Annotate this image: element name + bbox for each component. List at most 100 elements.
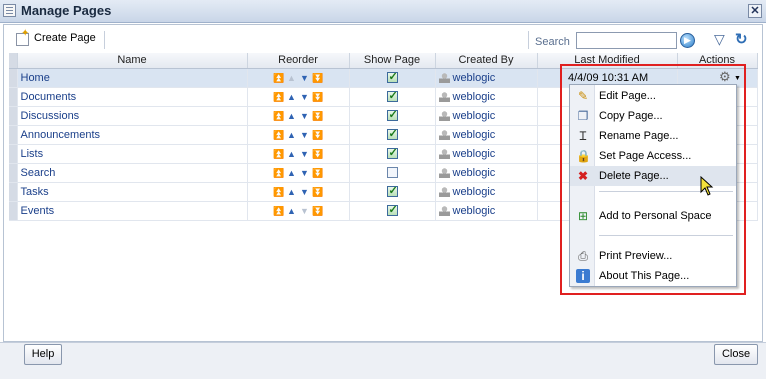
move-down-icon[interactable]: ▼ bbox=[299, 111, 310, 121]
move-up-icon[interactable]: ▲ bbox=[286, 111, 297, 121]
move-top-icon[interactable]: ⏫ bbox=[273, 168, 284, 178]
show-page-checkbox[interactable] bbox=[386, 184, 398, 198]
search-label: Search bbox=[535, 36, 570, 48]
menu-item-print-preview[interactable]: ⎙ Print Preview... bbox=[570, 246, 736, 266]
search-input[interactable] bbox=[576, 32, 677, 49]
reorder-controls: ⏫ ▲ ▼ ⏬ bbox=[247, 201, 350, 221]
dialog-titlebar: Manage Pages ✕ bbox=[0, 0, 766, 23]
created-by-link[interactable]: weblogic bbox=[453, 148, 496, 160]
column-header[interactable]: Created By bbox=[435, 53, 538, 69]
show-page-cell bbox=[349, 106, 436, 126]
created-by-link[interactable]: weblogic bbox=[453, 167, 496, 179]
move-top-icon[interactable]: ⏫ bbox=[273, 130, 284, 140]
created-by-link[interactable]: weblogic bbox=[453, 72, 496, 84]
reorder-controls: ⏫ ▲ ▼ ⏬ bbox=[247, 163, 350, 183]
move-down-icon[interactable]: ▼ bbox=[299, 206, 310, 216]
menu-item-label: Rename Page... bbox=[599, 130, 679, 142]
menu-item-add-to-personal-space[interactable]: ⊞ Add to Personal Space bbox=[570, 206, 736, 226]
page-name-link[interactable]: Home bbox=[17, 68, 248, 88]
reorder-controls: ⏫ ▲ ▼ ⏬ bbox=[247, 87, 350, 107]
created-by-cell: weblogic bbox=[435, 68, 538, 88]
show-page-cell bbox=[349, 163, 436, 183]
column-header[interactable]: Name bbox=[17, 53, 248, 69]
move-top-icon[interactable]: ⏫ bbox=[273, 187, 284, 197]
column-header[interactable]: Reorder bbox=[247, 53, 350, 69]
created-by-link[interactable]: weblogic bbox=[453, 129, 496, 141]
created-by-link[interactable]: weblogic bbox=[453, 205, 496, 217]
dialog-footer: Help Close bbox=[0, 342, 766, 379]
show-page-cell bbox=[349, 87, 436, 107]
move-up-icon[interactable]: ▲ bbox=[286, 187, 297, 197]
menu-item-copy-page[interactable]: ❐ Copy Page... bbox=[570, 106, 736, 126]
menu-item-label: Copy Page... bbox=[599, 110, 663, 122]
mouse-cursor-icon bbox=[700, 176, 714, 196]
move-up-icon[interactable]: ▲ bbox=[286, 168, 297, 178]
show-page-checkbox[interactable] bbox=[386, 146, 398, 160]
page-name-link[interactable]: Search bbox=[17, 163, 248, 183]
show-page-checkbox[interactable] bbox=[386, 108, 398, 122]
menu-item-about-page[interactable]: i About This Page... bbox=[570, 266, 736, 286]
move-down-icon[interactable]: ▼ bbox=[299, 92, 310, 102]
menu-item-label: About This Page... bbox=[599, 270, 690, 282]
move-up-icon[interactable]: ▲ bbox=[286, 130, 297, 140]
page-name-link[interactable]: Announcements bbox=[17, 125, 248, 145]
move-down-icon[interactable]: ▼ bbox=[299, 187, 310, 197]
move-top-icon[interactable]: ⏫ bbox=[273, 73, 284, 83]
add-space-icon: ⊞ bbox=[577, 209, 589, 223]
show-page-checkbox[interactable] bbox=[386, 89, 398, 103]
created-by-link[interactable]: weblogic bbox=[453, 91, 496, 103]
move-down-icon[interactable]: ▼ bbox=[299, 168, 310, 178]
create-page-button[interactable]: Create Page bbox=[16, 28, 96, 48]
show-page-checkbox[interactable] bbox=[386, 203, 398, 217]
copy-icon: ❐ bbox=[577, 109, 589, 123]
move-bottom-icon[interactable]: ⏬ bbox=[312, 130, 323, 140]
toolbar-divider bbox=[104, 31, 105, 49]
page-name-link[interactable]: Documents bbox=[17, 87, 248, 107]
show-page-checkbox[interactable] bbox=[386, 167, 398, 179]
move-top-icon[interactable]: ⏫ bbox=[273, 206, 284, 216]
created-by-cell: weblogic bbox=[435, 182, 538, 202]
created-by-link[interactable]: weblogic bbox=[453, 110, 496, 122]
filter-icon[interactable]: ▽ bbox=[714, 32, 729, 48]
refresh-icon[interactable]: ↻ bbox=[735, 32, 751, 49]
column-header[interactable]: Show Page bbox=[349, 53, 436, 69]
close-icon[interactable]: ✕ bbox=[748, 4, 762, 18]
move-down-icon[interactable]: ▼ bbox=[299, 73, 310, 83]
move-up-icon[interactable]: ▲ bbox=[286, 206, 297, 216]
created-by-link[interactable]: weblogic bbox=[453, 186, 496, 198]
show-page-checkbox[interactable] bbox=[386, 70, 398, 84]
toolbar: Create Page Search ▶ ▽ ↻ bbox=[4, 25, 762, 53]
move-down-icon[interactable]: ▼ bbox=[299, 149, 310, 159]
move-up-icon[interactable]: ▲ bbox=[286, 92, 297, 102]
move-bottom-icon[interactable]: ⏬ bbox=[312, 92, 323, 102]
menu-item-label: Print Preview... bbox=[599, 250, 673, 262]
page-name-link[interactable]: Lists bbox=[17, 144, 248, 164]
move-bottom-icon[interactable]: ⏬ bbox=[312, 168, 323, 178]
page-name-link[interactable]: Discussions bbox=[17, 106, 248, 126]
show-page-checkbox[interactable] bbox=[386, 127, 398, 141]
move-bottom-icon[interactable]: ⏬ bbox=[312, 206, 323, 216]
move-top-icon[interactable]: ⏫ bbox=[273, 111, 284, 121]
move-bottom-icon[interactable]: ⏬ bbox=[312, 73, 323, 83]
lock-icon: 🔒 bbox=[576, 149, 591, 163]
menu-item-set-page-access[interactable]: 🔒 Set Page Access... bbox=[570, 146, 736, 166]
move-bottom-icon[interactable]: ⏬ bbox=[312, 111, 323, 121]
menu-item-rename-page[interactable]: Ɪ Rename Page... bbox=[570, 126, 736, 146]
move-top-icon[interactable]: ⏫ bbox=[273, 149, 284, 159]
help-button[interactable]: Help bbox=[24, 344, 62, 365]
move-top-icon[interactable]: ⏫ bbox=[273, 92, 284, 102]
move-bottom-icon[interactable]: ⏬ bbox=[312, 187, 323, 197]
menu-item-edit-page[interactable]: ✎ Edit Page... bbox=[570, 86, 736, 106]
move-bottom-icon[interactable]: ⏬ bbox=[312, 149, 323, 159]
move-up-icon[interactable]: ▲ bbox=[286, 149, 297, 159]
page-name-link[interactable]: Tasks bbox=[17, 182, 248, 202]
move-down-icon[interactable]: ▼ bbox=[299, 130, 310, 140]
new-page-icon bbox=[16, 28, 29, 46]
reorder-controls: ⏫ ▲ ▼ ⏬ bbox=[247, 182, 350, 202]
move-up-icon[interactable]: ▲ bbox=[286, 73, 297, 83]
close-button[interactable]: Close bbox=[714, 344, 758, 365]
menu-item-label: Edit Page... bbox=[599, 90, 656, 102]
menu-item-label: Add to Personal Space bbox=[599, 210, 712, 222]
search-go-icon[interactable]: ▶ bbox=[680, 33, 695, 48]
page-name-link[interactable]: Events bbox=[17, 201, 248, 221]
